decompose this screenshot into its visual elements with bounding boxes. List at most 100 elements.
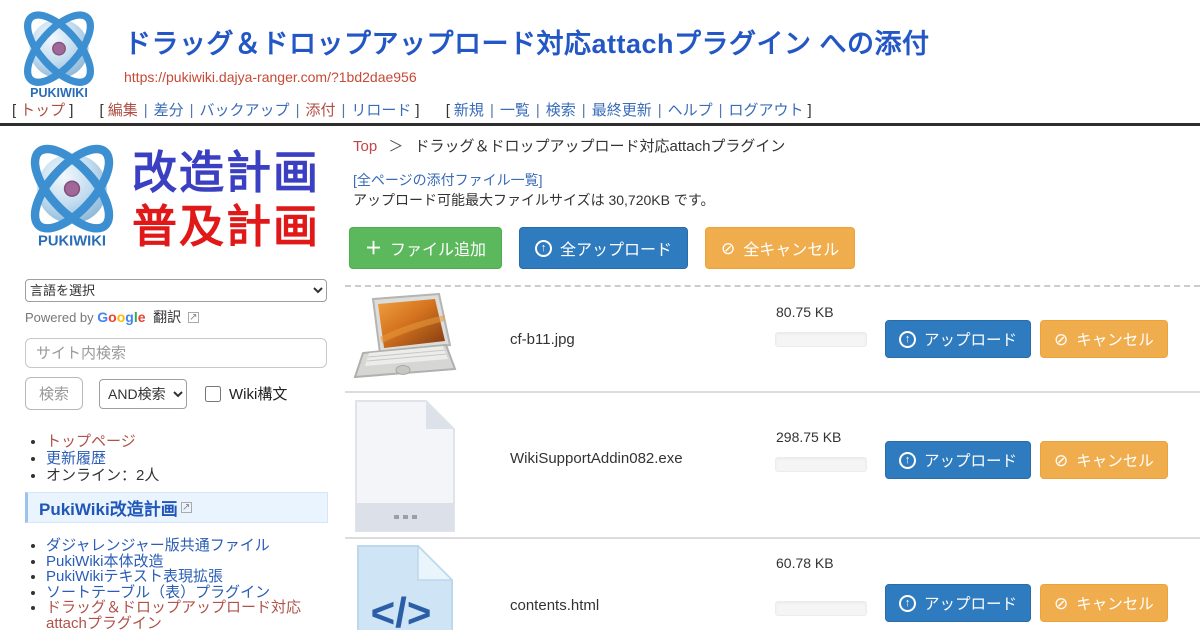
nav-item-list[interactable]: 一覧 bbox=[500, 102, 530, 119]
sidebar-item-dnd-attach[interactable]: ドラッグ＆ドロップアップロード対応attachプラグイン bbox=[46, 599, 301, 630]
generic-file-icon bbox=[355, 400, 455, 532]
sidebar-item-history[interactable]: 更新履歴 bbox=[46, 450, 106, 467]
circle-arrow-up-icon: ↑ bbox=[535, 240, 552, 257]
file-row: WikiSupportAddin082.exe 298.75 KB ↑ アップロ… bbox=[345, 393, 1200, 539]
file-row: cf-b11.jpg 80.75 KB ↑ アップロード ⊘ キャンセル bbox=[345, 287, 1200, 393]
file-name: WikiSupportAddin082.exe bbox=[510, 450, 683, 467]
upload-progress-bar bbox=[775, 457, 867, 472]
breadcrumb-separator: ＞ bbox=[388, 138, 403, 155]
cancel-button[interactable]: ⊘ キャンセル bbox=[1040, 584, 1168, 622]
top-navbar: [トップ] [編集|差分|バックアップ|添付|リロード] [新規|一覧|検索|最… bbox=[8, 99, 830, 120]
breadcrumb-current: ドラッグ＆ドロップアップロード対応attachプラグイン bbox=[415, 138, 786, 155]
list-item: PukiWiki本体改造 bbox=[46, 554, 331, 570]
page-title: ドラッグ＆ドロップアップロード対応attachプラグイン への添付 bbox=[124, 22, 930, 61]
slogan-line2: 普及計画 bbox=[132, 200, 320, 254]
nav-group-home: [トップ] bbox=[8, 102, 77, 119]
svg-text:PUKIWIKI: PUKIWIKI bbox=[38, 234, 106, 250]
translate-label[interactable]: 翻訳 bbox=[153, 309, 181, 325]
site-search-input[interactable] bbox=[25, 338, 327, 368]
sidebar-item-sorttable[interactable]: ソートテーブル（表）プラグイン bbox=[46, 584, 270, 601]
circle-arrow-up-icon: ↑ bbox=[899, 595, 916, 612]
upload-progress-bar bbox=[775, 332, 867, 347]
nav-item-top[interactable]: トップ bbox=[20, 102, 65, 119]
list-item: オンライン：2人 bbox=[46, 467, 159, 484]
sidebar-plugin-links: ダジャレンジャー版共通ファイル PukiWiki本体改造 PukiWikiテキス… bbox=[46, 538, 331, 630]
breadcrumb-top-link[interactable]: Top bbox=[353, 138, 377, 155]
laptop-photo-thumbnail bbox=[353, 293, 459, 385]
sidebar-item-common-files[interactable]: ダジャレンジャー版共通ファイル bbox=[46, 537, 270, 554]
list-item: トップページ bbox=[46, 433, 159, 450]
wiki-syntax-checkbox[interactable] bbox=[205, 386, 221, 402]
file-name: cf-b11.jpg bbox=[510, 331, 575, 348]
slogan-line1: 改造計画 bbox=[132, 146, 320, 200]
sidebar-item-core-mod[interactable]: PukiWiki本体改造 bbox=[46, 553, 164, 570]
cancel-button[interactable]: ⊘ キャンセル bbox=[1040, 441, 1168, 479]
language-select[interactable]: 言語を選択 bbox=[25, 279, 327, 302]
file-name: contents.html bbox=[510, 597, 599, 614]
ban-icon: ⊘ bbox=[1054, 331, 1068, 348]
file-size: 80.75 KB bbox=[776, 304, 834, 320]
circle-arrow-up-icon: ↑ bbox=[899, 452, 916, 469]
upload-progress-bar bbox=[775, 601, 867, 616]
nav-item-search[interactable]: 検索 bbox=[546, 102, 576, 119]
cancel-all-button[interactable]: ⊘ 全キャンセル bbox=[705, 227, 855, 269]
header-title-block: ドラッグ＆ドロップアップロード対応attachプラグイン への添付 https:… bbox=[124, 22, 930, 85]
section-title: PukiWiki改造計画 bbox=[39, 495, 178, 520]
sidebar-item-toppage[interactable]: トップページ bbox=[46, 433, 136, 450]
sidebar: PUKIWIKI 改造計画 普及計画 言語を選択 Powered by Goog… bbox=[0, 126, 345, 630]
ban-icon: ⊘ bbox=[721, 240, 735, 257]
list-item: ソートテーブル（表）プラグイン bbox=[46, 585, 331, 601]
page-url: https://pukiwiki.dajya-ranger.com/?1bd2d… bbox=[124, 69, 930, 85]
online-count: オンライン：2人 bbox=[46, 467, 159, 484]
upload-button[interactable]: ↑ アップロード bbox=[885, 441, 1031, 479]
wiki-syntax-label: Wiki構文 bbox=[229, 383, 287, 404]
circle-arrow-up-icon: ↑ bbox=[899, 331, 916, 348]
nav-group-site: [新規|一覧|検索|最終更新|ヘルプ|ログアウト] bbox=[442, 102, 816, 119]
file-dropzone-list: cf-b11.jpg 80.75 KB ↑ アップロード ⊘ キャンセル bbox=[345, 285, 1200, 630]
max-upload-size-text: アップロード可能最大ファイルサイズは 30,720KB です。 bbox=[353, 190, 714, 210]
nav-item-edit[interactable]: 編集 bbox=[108, 102, 138, 119]
nav-item-logout[interactable]: ログアウト bbox=[729, 102, 804, 119]
nav-item-attach[interactable]: 添付 bbox=[305, 102, 335, 119]
nav-item-help[interactable]: ヘルプ bbox=[668, 102, 713, 119]
cancel-button[interactable]: ⊘ キャンセル bbox=[1040, 320, 1168, 358]
breadcrumb: Top ＞ ドラッグ＆ドロップアップロード対応attachプラグイン bbox=[353, 135, 785, 156]
sidebar-item-text-ext[interactable]: PukiWikiテキスト表現拡張 bbox=[46, 568, 223, 585]
upload-toolbar: ＋ ファイル追加 ↑ 全アップロード ⊘ 全キャンセル bbox=[349, 227, 855, 269]
sidebar-section-header[interactable]: PukiWiki改造計画 ↗ bbox=[25, 492, 328, 523]
code-file-icon: </> bbox=[357, 545, 453, 630]
nav-item-reload[interactable]: リロード bbox=[351, 102, 411, 119]
list-item: ドラッグ＆ドロップアップロード対応attachプラグイン bbox=[46, 600, 331, 630]
site-slogan: 改造計画 普及計画 bbox=[132, 136, 320, 254]
nav-item-new[interactable]: 新規 bbox=[454, 102, 484, 119]
add-files-button[interactable]: ＋ ファイル追加 bbox=[349, 227, 502, 269]
external-link-icon: ↗ bbox=[188, 312, 199, 323]
upload-button[interactable]: ↑ アップロード bbox=[885, 320, 1031, 358]
svg-text:</>: </> bbox=[371, 589, 432, 630]
nav-item-diff[interactable]: 差分 bbox=[154, 102, 184, 119]
all-attachments-link[interactable]: [全ページの添付ファイル一覧] bbox=[353, 170, 543, 190]
pukiwiki-atom-icon: PUKIWIKI bbox=[14, 136, 130, 254]
sidebar-quick-links: トップページ 更新履歴 オンライン：2人 bbox=[46, 433, 159, 484]
nav-item-recent[interactable]: 最終更新 bbox=[592, 102, 652, 119]
nav-item-backup[interactable]: バックアップ bbox=[200, 102, 290, 119]
file-size: 60.78 KB bbox=[776, 555, 834, 571]
upload-button[interactable]: ↑ アップロード bbox=[885, 584, 1031, 622]
search-button[interactable]: 検索 bbox=[25, 377, 83, 410]
list-item: 更新履歴 bbox=[46, 450, 159, 467]
upload-all-button[interactable]: ↑ 全アップロード bbox=[519, 227, 688, 269]
main-content: Top ＞ ドラッグ＆ドロップアップロード対応attachプラグイン [全ページ… bbox=[345, 126, 1200, 630]
sidebar-site-logo[interactable]: PUKIWIKI 改造計画 普及計画 bbox=[14, 136, 320, 254]
google-logo: Google bbox=[97, 309, 145, 325]
list-item: ダジャレンジャー版共通ファイル bbox=[46, 538, 331, 554]
translate-credit: Powered by Google 翻訳 ↗ bbox=[25, 307, 199, 327]
search-mode-select[interactable]: AND検索 bbox=[99, 379, 187, 409]
pukiwiki-logo[interactable]: PUKIWIKI bbox=[10, 4, 108, 104]
ban-icon: ⊘ bbox=[1054, 452, 1068, 469]
search-controls: 検索 AND検索 Wiki構文 bbox=[25, 377, 287, 410]
file-size: 298.75 KB bbox=[776, 429, 841, 445]
ban-icon: ⊘ bbox=[1054, 595, 1068, 612]
pukiwiki-attach-page: PUKIWIKI ドラッグ＆ドロップアップロード対応attachプラグイン への… bbox=[0, 0, 1200, 630]
file-row: </> contents.html 60.78 KB ↑ アップロード ⊘ キャ… bbox=[345, 539, 1200, 630]
svg-text:PUKIWIKI: PUKIWIKI bbox=[30, 86, 88, 100]
